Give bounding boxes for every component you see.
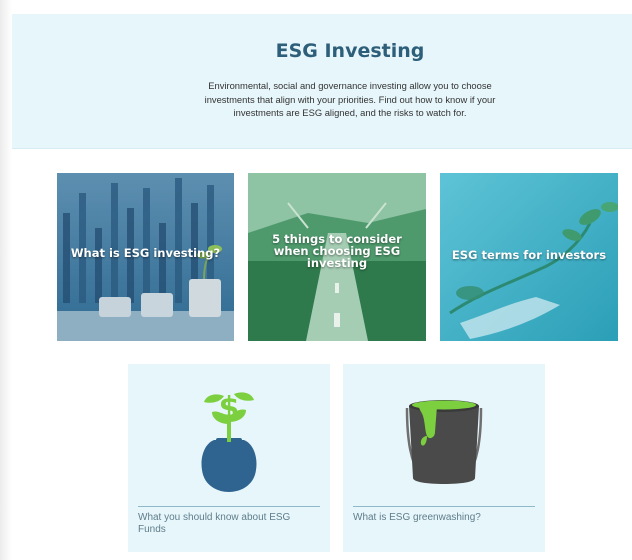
card-what-is-esg-investing[interactable]: What is ESG investing? xyxy=(57,173,234,341)
hero-banner: ESG Investing Environmental, social and … xyxy=(12,14,632,149)
card-esg-terms-for-investors[interactable]: ESG terms for investors xyxy=(440,173,618,341)
tile-esg-greenwashing[interactable]: What is ESG greenwashing? xyxy=(343,364,545,552)
money-plant-bag-icon: $ xyxy=(201,391,257,492)
card-title: 5 things to consider when choosing ESG i… xyxy=(272,232,402,270)
tile-divider xyxy=(138,506,320,507)
page-title: ESG Investing xyxy=(275,40,425,62)
card-title: What is ESG investing? xyxy=(70,246,221,260)
tile-label[interactable]: What you should know about ESG Funds xyxy=(138,512,318,536)
paint-bucket-icon xyxy=(405,400,483,484)
hero-description: Environmental, social and governance inv… xyxy=(204,80,496,118)
tile-esg-funds[interactable]: $ What you should know about ESG Funds xyxy=(128,364,330,552)
page: ESG Investing Environmental, social and … xyxy=(0,0,632,560)
page-edge xyxy=(0,0,12,560)
card-5-things-to-consider[interactable]: 5 things to consider when choosing ESG i… xyxy=(248,173,426,341)
tile-label[interactable]: What is ESG greenwashing? xyxy=(353,512,533,524)
tile-divider xyxy=(353,506,535,507)
card-title: ESG terms for investors xyxy=(451,248,607,262)
